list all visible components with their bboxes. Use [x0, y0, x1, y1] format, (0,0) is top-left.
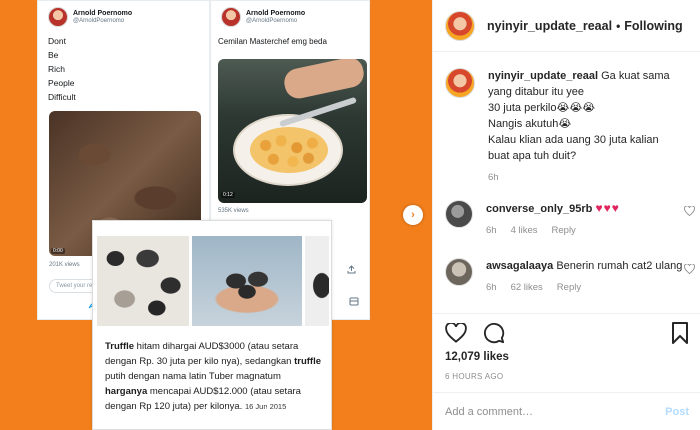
article-text-part: hitam dihargai AUD$3000 (atau setara den… — [105, 341, 299, 367]
chevron-right-icon: › — [411, 209, 415, 221]
comment-text: Benerin rumah cat2 ulang — [556, 260, 683, 272]
video-duration: 0:00 — [51, 248, 65, 254]
comment-time[interactable]: 6h — [486, 223, 497, 239]
post-media[interactable]: Arnold Poernomo @ArnoldPoernomo Dont Be … — [0, 0, 432, 430]
heart-icon[interactable] — [445, 322, 467, 344]
comment-hearts: ♥♥♥ — [595, 201, 620, 215]
hand-image — [281, 59, 367, 101]
tweet-author-handle: @ArnoldPoernomo — [73, 17, 125, 24]
tweet-text-line: Rich — [48, 64, 66, 74]
comment: awsagalaaya Benerin rumah cat2 ulang 6h … — [445, 258, 695, 296]
article-keyword: harganya — [105, 386, 148, 397]
truffle-partial-image — [305, 236, 329, 326]
tweet-author-name: Arnold Poernomo — [246, 10, 306, 18]
video-duration: 0:12 — [221, 192, 235, 198]
tweet-header: Arnold Poernomo @ArnoldPoernomo — [38, 1, 209, 27]
tweet-header: Arnold Poernomo @ArnoldPoernomo — [211, 1, 369, 27]
tweet-text: Dont Be Rich People Difficult — [38, 27, 209, 104]
caption-text: 30 juta perkilo😭😭😭 — [488, 102, 596, 114]
following-button[interactable]: Following — [624, 19, 682, 33]
comment-likes[interactable]: 62 likes — [511, 280, 543, 296]
like-comment-icon[interactable] — [684, 263, 695, 277]
reply-button[interactable]: Reply — [552, 223, 576, 239]
video-views: 535K views — [218, 208, 249, 214]
caption-text: Kalau klian ada uang 30 juta kalian — [488, 134, 659, 146]
video-views: 201K views — [49, 262, 80, 268]
watermark: @nyinyir_update_real — [200, 406, 308, 418]
article-keyword: truffle — [294, 356, 321, 367]
post-username[interactable]: nyinyir_update_reaal — [487, 19, 612, 33]
post-sidebar: nyinyir_update_reaal • Following nyinyir… — [432, 0, 700, 430]
article-text-part: putih dengan nama latin Tuber magnatum — [105, 371, 281, 382]
dish-image — [250, 127, 328, 173]
comment-input[interactable] — [445, 405, 666, 418]
article-text: Truffle hitam dihargai AUD$3000 (atau se… — [105, 339, 325, 414]
tweet-text: Cemilan Masterchef emg beda — [218, 37, 327, 46]
avatar[interactable] — [445, 68, 475, 98]
like-comment-icon[interactable] — [684, 205, 695, 219]
avatar[interactable] — [445, 258, 473, 286]
bookmark-icon[interactable] — [669, 322, 691, 344]
comment-likes[interactable]: 4 likes — [511, 223, 538, 239]
separator-dot: • — [616, 18, 621, 33]
caption-text: buat apa tuh duit? — [488, 150, 577, 162]
comment-time[interactable]: 6h — [486, 280, 497, 296]
comment-username[interactable]: awsagalaaya — [486, 260, 553, 272]
comment-username[interactable]: converse_only_95rb — [486, 203, 592, 215]
post-caption: nyinyir_update_reaal Ga kuat sama yang d… — [445, 68, 695, 186]
tweet-text-line: Dont — [48, 36, 66, 46]
tweet-author-name: Arnold Poernomo — [73, 10, 133, 18]
share-icon — [347, 265, 356, 276]
avatar[interactable] — [445, 10, 475, 41]
truffles-in-hands-image — [192, 236, 302, 326]
caption-text: Ga kuat sama — [601, 70, 670, 82]
tweet-text-line: Be — [48, 50, 59, 60]
like-count[interactable]: 12,079 likes — [445, 351, 509, 363]
post-comment-button[interactable]: Post — [665, 406, 689, 418]
post-header: nyinyir_update_reaal • Following — [433, 0, 700, 52]
add-comment-bar: Post — [433, 392, 700, 430]
news-article-card: Truffle hitam dihargai AUD$3000 (atau se… — [92, 220, 332, 430]
caption-text: yang ditabur itu yee — [488, 86, 585, 98]
caption-timestamp[interactable]: 6h — [488, 170, 670, 186]
comment: converse_only_95rb ♥♥♥ 6h 4 likes Reply — [445, 200, 695, 239]
tweet-avatar — [221, 7, 241, 27]
comment-bubble-icon[interactable] — [483, 322, 505, 344]
next-slide-button[interactable]: › — [403, 205, 423, 225]
article-keyword: Truffle — [105, 341, 135, 352]
caption-username[interactable]: nyinyir_update_reaal — [488, 70, 598, 82]
article-images — [97, 236, 329, 326]
avatar[interactable] — [445, 200, 473, 228]
tweet-text-line: Difficult — [48, 92, 76, 102]
masterchef-video-thumbnail — [218, 59, 367, 203]
black-truffles-image — [97, 236, 189, 326]
post-timestamp: 6 HOURS AGO — [445, 372, 504, 381]
post-actions: 12,079 likes 6 HOURS AGO — [433, 313, 700, 403]
tweet-avatar — [48, 7, 68, 27]
reply-button[interactable]: Reply — [557, 280, 581, 296]
message-icon — [349, 297, 359, 308]
tweet-author-handle: @ArnoldPoernomo — [246, 17, 298, 24]
tweet-text-line: People — [48, 78, 75, 88]
caption-text: Nangis akutuh😭 — [488, 118, 572, 130]
